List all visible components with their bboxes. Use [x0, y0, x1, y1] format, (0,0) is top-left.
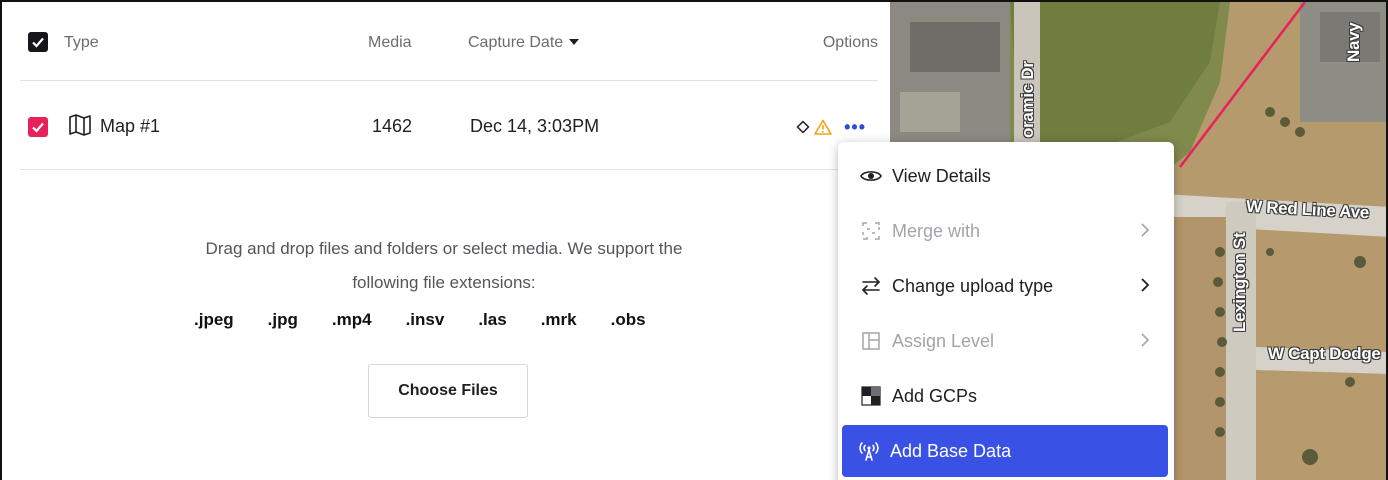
sort-caret-icon	[569, 39, 580, 45]
chevron-right-icon	[1141, 223, 1150, 237]
row-context-menu: View Details Merge with Change upload ty…	[838, 142, 1174, 480]
map-label-navy: Navy	[1344, 22, 1363, 62]
extension-las: .las	[478, 310, 507, 329]
warning-icon	[814, 119, 832, 135]
menu-item-label: Merge with	[892, 220, 981, 241]
menu-item-merge-with[interactable]: Merge with	[844, 205, 1166, 257]
app-window: oramic Dr Navy W Red Line Ave Lexington …	[0, 0, 1388, 480]
broadcast-tower-icon	[859, 442, 879, 461]
eye-icon	[860, 171, 882, 181]
choose-files-button[interactable]: Choose Files	[368, 364, 528, 418]
menu-item-label: Add Base Data	[890, 440, 1012, 461]
supported-extensions: .jpeg .jpg .mp4 .insv .las .mrk .obs	[194, 310, 680, 330]
swap-arrows-icon	[862, 277, 880, 295]
more-options-button[interactable]: •••	[844, 118, 866, 136]
row-media-count: 1462	[372, 116, 413, 136]
menu-item-label: Add GCPs	[892, 385, 978, 406]
row-checkbox[interactable]	[28, 117, 48, 137]
layout-icon	[862, 332, 880, 350]
menu-item-label: View Details	[892, 165, 991, 186]
menu-item-label: Assign Level	[892, 330, 995, 351]
map-label-panoramic-dr: oramic Dr	[1018, 61, 1037, 138]
extension-jpeg: .jpeg	[194, 310, 234, 329]
column-header-media: Media	[368, 34, 412, 51]
map-label-w-capt-dodge: W Capt Dodge	[1268, 344, 1381, 363]
column-header-type: Type	[64, 34, 99, 51]
menu-item-label: Change upload type	[892, 275, 1054, 296]
menu-item-change-upload-type[interactable]: Change upload type	[844, 260, 1166, 312]
uploads-panel: Type Media Capture Date Options Map #1 1…	[4, 4, 890, 480]
drop-zone-line-1: Drag and drop files and folders or selec…	[205, 239, 683, 258]
chevron-right-icon	[1141, 333, 1150, 347]
extension-mrk: .mrk	[540, 310, 577, 329]
drop-zone-line-2: following file extensions:	[352, 273, 536, 292]
map-label-lexington-st: Lexington St	[1230, 232, 1249, 332]
chevron-right-icon	[1141, 278, 1150, 292]
column-header-capture-date[interactable]: Capture Date	[468, 34, 580, 52]
checker-icon	[861, 386, 881, 406]
check-icon	[32, 122, 44, 133]
menu-item-add-gcps[interactable]: Add GCPs	[844, 370, 1166, 422]
table-header: Type Media Capture Date Options	[20, 4, 878, 81]
circle-outline-icon	[796, 120, 810, 134]
menu-item-add-base-data[interactable]: Add Base Data	[842, 425, 1168, 477]
extension-insv: .insv	[405, 310, 445, 329]
row-options: •••	[796, 118, 866, 136]
menu-item-view-details[interactable]: View Details	[844, 150, 1166, 202]
extension-obs: .obs	[610, 310, 646, 329]
select-all-checkbox[interactable]	[28, 32, 48, 52]
merge-icon	[862, 222, 880, 240]
column-header-options: Options	[822, 34, 878, 51]
menu-item-assign-level[interactable]: Assign Level	[844, 315, 1166, 367]
row-name: Map #1	[100, 116, 161, 136]
check-icon	[32, 37, 44, 48]
extension-mp4: .mp4	[331, 310, 372, 329]
table-row[interactable]: Map #1 1462 Dec 14, 3:03PM •••	[20, 81, 878, 170]
map-icon	[69, 114, 91, 136]
row-capture-date: Dec 14, 3:03PM	[470, 116, 600, 136]
extension-jpg: .jpg	[267, 310, 298, 329]
